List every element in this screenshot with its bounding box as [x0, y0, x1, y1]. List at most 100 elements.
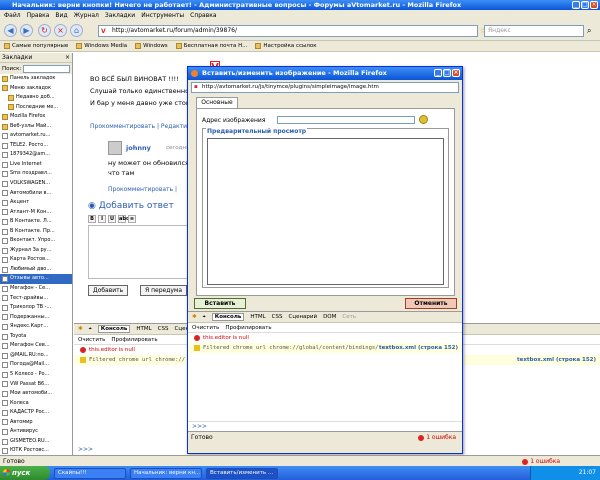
taskbar-task[interactable]: Вставить/изменить ... [206, 467, 278, 479]
sidebar-item[interactable]: Карта Ростов... [0, 255, 72, 265]
dialog-inspect-icon[interactable]: ⌖ [203, 314, 206, 321]
sidebar-item[interactable]: Триколор ТВ -... [0, 303, 72, 313]
sidebar-item[interactable]: Автомобили в... [0, 189, 72, 199]
sidebar-item[interactable]: 5 Колесо - Ро... [0, 370, 72, 380]
clear-console-button[interactable]: Очистить [78, 337, 105, 343]
console-command-prompt[interactable]: >>> [78, 446, 93, 453]
sidebar-item[interactable]: avtomarket.ru... [0, 131, 72, 141]
minimize-icon[interactable]: _ [572, 1, 580, 9]
sidebar-item[interactable]: Яндекс.Карт... [0, 322, 72, 332]
bookmark-2[interactable]: Windows [135, 41, 168, 51]
back-icon[interactable]: ◀ [4, 24, 17, 37]
sidebar-item[interactable]: Меню закладок [0, 84, 72, 94]
dialog-console-error-row[interactable]: this.editor is null [188, 333, 462, 343]
sidebar-item[interactable]: Акцент [0, 198, 72, 208]
dialog-maximize-icon[interactable]: □ [443, 69, 451, 77]
sidebar-item[interactable]: Toyota [0, 332, 72, 342]
sidebar-item[interactable]: Автомир [0, 418, 72, 428]
window-title-bar[interactable]: Начальник: верни кнопки! Ничего не работ… [0, 0, 600, 10]
taskbar-task[interactable]: Скайпы!!! [54, 467, 126, 479]
firebug-tab[interactable]: Консоль [97, 325, 131, 333]
menu-item-0[interactable]: Файл [4, 10, 21, 21]
sidebar-item[interactable]: Мегафон - Се... [0, 284, 72, 294]
start-button[interactable]: пуск [0, 466, 50, 480]
answer-editor[interactable] [88, 225, 198, 279]
sidebar-item[interactable]: Любимый дво... [0, 265, 72, 275]
sidebar-item[interactable]: Недавно доб... [0, 93, 72, 103]
sidebar-item[interactable]: В Контакте. Пр... [0, 227, 72, 237]
sidebar-item[interactable]: Вконтакт. Упро... [0, 236, 72, 246]
add-button[interactable]: Добавить [88, 285, 129, 296]
editor-format-button[interactable]: B [88, 215, 96, 223]
sidebar-item[interactable]: Журнал За ру... [0, 246, 72, 256]
dialog-console-source-link[interactable]: textbox.xml (строка 152) [379, 345, 458, 351]
sidebar-item[interactable]: Подержанны... [0, 313, 72, 323]
menu-item-3[interactable]: Журнал [74, 10, 99, 21]
sidebar-item[interactable]: Веб-узлы Май... [0, 122, 72, 132]
bookmark-3[interactable]: Бесплатная почта H... [175, 41, 247, 51]
stop-icon[interactable]: × [54, 24, 67, 37]
image-url-input[interactable] [277, 116, 415, 124]
forward-icon[interactable]: ▶ [20, 24, 33, 37]
sidebar-item[interactable]: Погода@Mail... [0, 360, 72, 370]
sidebar-item[interactable]: Антивирус [0, 427, 72, 437]
sidebar-item[interactable]: ЮТК Ростовс... [0, 446, 72, 455]
menu-item-5[interactable]: Инструменты [141, 10, 184, 21]
sidebar-item[interactable]: Мегафон Сев... [0, 341, 72, 351]
bookmark-0[interactable]: Самые популярные [4, 41, 68, 51]
dialog-profile-button[interactable]: Профилировать [225, 325, 271, 331]
editor-format-button[interactable]: U [108, 215, 116, 223]
inspect-icon[interactable]: ⌖ [89, 326, 92, 333]
dialog-close-icon[interactable]: × [452, 69, 460, 77]
menu-item-6[interactable]: Справка [190, 10, 216, 21]
reply-author[interactable]: johnny [126, 144, 151, 152]
dialog-clear-button[interactable]: Очистить [192, 325, 219, 331]
search-input[interactable]: Яндекс [484, 25, 584, 37]
menu-item-4[interactable]: Закладки [105, 10, 135, 21]
maximize-icon[interactable]: □ [581, 1, 589, 9]
dialog-console-warning-row[interactable]: Filtered chrome url chrome://global/cont… [188, 343, 462, 353]
sidebar-item[interactable]: @MAIL.RU:по... [0, 351, 72, 361]
dialog-command-prompt[interactable]: >>> [188, 421, 462, 431]
firebug-tab[interactable]: Сценарий [288, 314, 317, 320]
sidebar-item[interactable]: В Контакте. Л... [0, 217, 72, 227]
sidebar-item[interactable]: GISMETEO.RU... [0, 437, 72, 447]
editor-format-button[interactable]: ≡ [128, 215, 136, 223]
menu-item-1[interactable]: Правка [27, 10, 50, 21]
firebug-tab[interactable]: Сеть [342, 314, 356, 320]
home-icon[interactable]: ⌂ [70, 24, 83, 37]
url-bar[interactable]: V http://avtomarket.ru/forum/admin/39876… [98, 25, 478, 37]
sidebar-item[interactable]: VOLKSWAGEN... [0, 179, 72, 189]
close-icon[interactable]: × [590, 1, 598, 9]
browse-icon[interactable] [419, 115, 428, 124]
profile-button[interactable]: Профилировать [111, 337, 157, 343]
console-source-link[interactable]: textbox.xml (строка 152) [517, 357, 596, 363]
dialog-title-bar[interactable]: Вставить/изменить изображение - Mozilla … [188, 67, 462, 80]
reload-icon[interactable]: ↻ [38, 24, 51, 37]
bookmark-1[interactable]: Windows Media [76, 41, 127, 51]
taskbar-task[interactable]: Начальник: верни кн... [130, 467, 202, 479]
firebug-bug-icon[interactable]: ✱ [78, 326, 83, 332]
tab-general[interactable]: Основные [196, 97, 238, 108]
firebug-tab[interactable]: Консоль [211, 313, 245, 321]
menu-item-2[interactable]: Вид [55, 10, 67, 21]
firebug-tab[interactable]: CSS [158, 326, 169, 332]
sidebar-item[interactable]: Mozilla Firefox [0, 112, 72, 122]
sidebar-item[interactable]: VW Passat B6... [0, 380, 72, 390]
editor-format-button[interactable]: abc [118, 215, 129, 223]
dialog-firebug-bug-icon[interactable]: ✱ [192, 314, 197, 320]
firebug-tab[interactable]: DOM [323, 314, 336, 320]
firebug-tab[interactable]: HTML [250, 314, 265, 320]
insert-button[interactable]: Вставить [194, 298, 246, 309]
post-actions-link[interactable]: Прокомментировать | Редактиров [90, 123, 198, 130]
reply-comment-link[interactable]: Прокомментировать | [108, 186, 177, 193]
sidebar-item[interactable]: КАДАСТР Рос... [0, 408, 72, 418]
editor-format-button[interactable]: I [98, 215, 106, 223]
sidebar-item[interactable]: Последние ме... [0, 103, 72, 113]
sidebar-item[interactable]: Колеса [0, 399, 72, 409]
sidebar-item[interactable]: Панель закладок [0, 74, 72, 84]
sidebar-item[interactable]: TELE2. Росто... [0, 141, 72, 151]
sidebar-item[interactable]: 1879342@am... [0, 150, 72, 160]
search-icon[interactable]: ⌕ [587, 26, 591, 36]
dialog-minimize-icon[interactable]: _ [434, 69, 442, 77]
